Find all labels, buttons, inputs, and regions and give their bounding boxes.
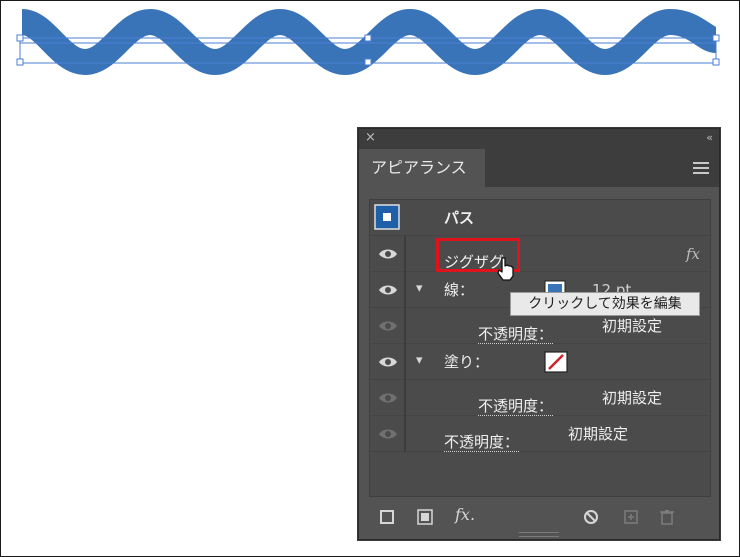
fill-opacity-value: 初期設定 [602,389,663,407]
visibility-toggle[interactable] [370,416,406,452]
appearance-list: パス ジグザグ fx ▾ 線： 12 pt 不透明度： 初期設定 ▾ 塗り： 不… [369,199,711,497]
eye-icon[interactable] [378,356,398,368]
fill-opacity-row[interactable]: 不透明度： 初期設定 [370,380,710,416]
duplicate-item-icon[interactable] [623,509,639,525]
fill-row[interactable]: ▾ 塗り： [370,344,710,380]
add-effect-icon[interactable]: fx. [455,505,475,524]
object-opacity-link[interactable]: 不透明度： [444,424,520,460]
stroke-opacity-label[interactable]: 不透明度： [478,325,554,344]
visibility-toggle[interactable] [370,236,406,272]
stroke-label[interactable]: 線： [444,272,474,308]
add-fill-icon[interactable] [417,509,433,525]
appearance-panel: × ‹‹ アピアランス パス ジグザグ fx ▾ 線： 12 pt 不透明度： … [358,128,720,540]
eye-icon[interactable] [378,284,398,296]
visibility-toggle[interactable] [370,344,406,380]
zigzag-path-artwork[interactable] [0,0,740,110]
effect-row-zigzag[interactable]: ジグザグ fx [370,236,710,272]
object-opacity-label[interactable]: 不透明度： [444,433,520,452]
trash-icon[interactable] [659,509,675,525]
wave-path [19,8,719,76]
add-stroke-icon[interactable] [379,509,395,525]
fill-none-swatch[interactable] [544,351,568,373]
object-opacity-value: 初期設定 [568,425,629,443]
eye-icon-disabled[interactable] [378,428,398,440]
visibility-toggle[interactable] [370,272,406,308]
visibility-toggle[interactable] [370,380,406,416]
path-thumbnail-icon [374,204,400,230]
collapse-icon[interactable]: ‹‹ [706,131,713,144]
chevron-down-icon[interactable]: ▾ [416,344,423,378]
resize-grip[interactable] [519,532,559,537]
visibility-toggle[interactable] [370,308,406,344]
chevron-down-icon[interactable]: ▾ [416,272,423,306]
object-row[interactable]: パス [370,200,710,236]
panel-tab-row: アピアランス [359,149,719,187]
fill-opacity-label[interactable]: 不透明度： [478,397,554,416]
eye-icon-disabled[interactable] [378,320,398,332]
eye-icon[interactable] [378,248,398,260]
panel-titlebar: × ‹‹ [359,129,719,149]
hand-cursor-icon [497,257,514,281]
tooltip: クリックして効果を編集 [510,292,700,316]
tab-appearance[interactable]: アピアランス [359,149,485,187]
eye-icon-disabled[interactable] [378,392,398,404]
panel-menu-icon[interactable] [693,162,709,174]
panel-bottom-toolbar: fx. [359,495,719,539]
clear-appearance-icon[interactable] [583,509,599,525]
object-opacity-row[interactable]: 不透明度： 初期設定 [370,416,710,452]
close-icon[interactable]: × [365,130,376,145]
fill-label[interactable]: 塗り： [444,344,489,380]
object-type-label: パス [444,209,475,227]
fx-icon[interactable]: fx [686,236,700,272]
